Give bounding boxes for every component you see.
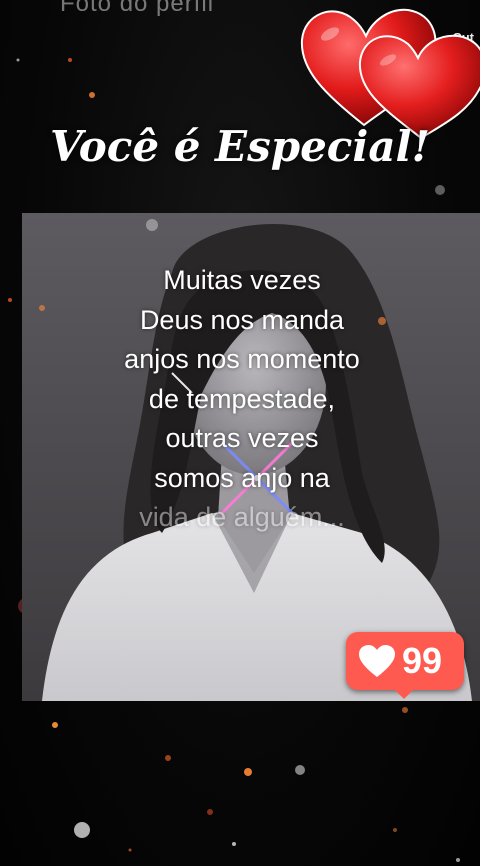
- story-screen: Foto do perfil Cut Você é Especial!: [0, 0, 480, 866]
- quote-line: Deus nos manda: [139, 304, 345, 335]
- heart-icon: [359, 645, 395, 677]
- like-badge[interactable]: 99: [346, 632, 464, 699]
- page-title: Você é Especial!: [50, 122, 430, 171]
- quote-line: de tempestade,: [148, 383, 336, 414]
- quote-text: Muitas vezes Deus nos manda anjos nos mo…: [22, 261, 462, 538]
- quote-line: outras vezes: [165, 423, 319, 453]
- quote-line: somos anjo na: [154, 462, 330, 493]
- quote-line: anjos nos momento: [124, 344, 360, 374]
- quote-line-faded: vida de alguém...: [139, 502, 345, 532]
- quote-line: Muitas vezes: [163, 265, 321, 295]
- hearts-icon: [300, 8, 480, 140]
- like-count: 99: [402, 640, 443, 681]
- portrait-photo: Muitas vezes Deus nos manda anjos nos mo…: [22, 213, 480, 701]
